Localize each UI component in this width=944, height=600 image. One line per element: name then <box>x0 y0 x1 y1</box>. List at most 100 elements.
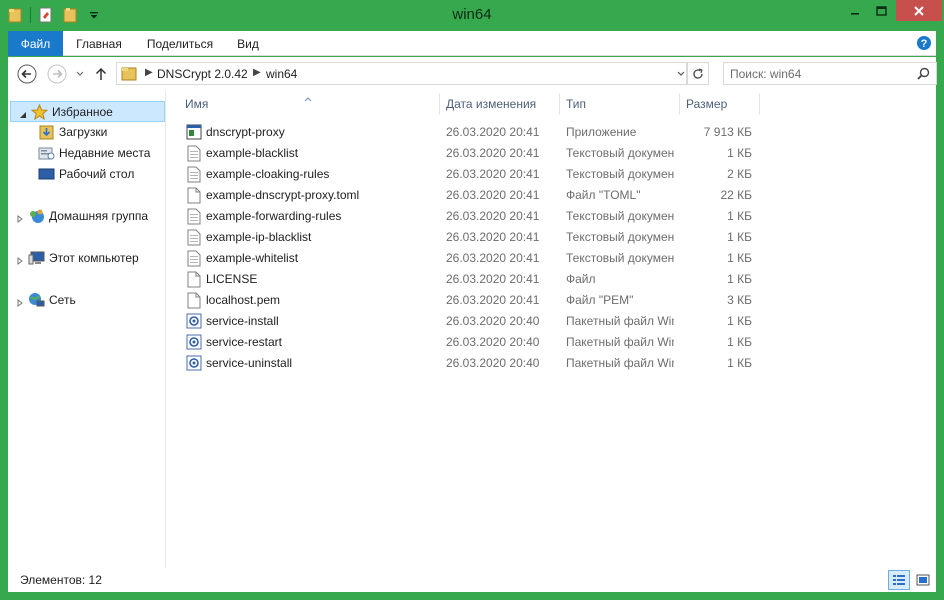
column-header-type[interactable]: Тип <box>566 90 676 118</box>
file-row[interactable]: service-install 26.03.2020 20:40 Пакетный … <box>176 311 776 332</box>
recent-places-icon <box>38 145 55 161</box>
address-bar[interactable]: ▶ DNSCrypt 2.0.42 ▶ win64 <box>116 62 688 85</box>
file-size: 22 КБ <box>720 188 752 202</box>
nav-item-downloads[interactable]: Загрузки <box>8 122 166 143</box>
column-header-date[interactable]: Дата изменения <box>446 90 558 118</box>
collapsed-arrow-icon[interactable] <box>16 212 24 223</box>
chevron-down-icon <box>677 71 685 76</box>
batch-file-icon <box>186 313 202 330</box>
file-type: Пакетный файл Windows <box>566 314 674 328</box>
large-icons-view-button[interactable] <box>912 570 934 590</box>
refresh-button[interactable] <box>686 62 709 85</box>
file-row[interactable]: example-ip-blacklist 26.03.2020 20:41 Текс… <box>176 227 776 248</box>
help-button[interactable]: ? <box>915 34 933 52</box>
nav-item-this-pc[interactable]: Этот компьютер <box>8 248 166 269</box>
file-row[interactable]: example-dnscrypt-proxy.toml 26.03.2020 20… <box>176 185 776 206</box>
file-row[interactable]: service-restart 26.03.2020 20:40 Пакетный … <box>176 332 776 353</box>
tab-file[interactable]: Файл <box>8 31 63 56</box>
file-row[interactable]: example-whitelist 26.03.2020 20:41 Текстов… <box>176 248 776 269</box>
nav-label: Сеть <box>49 293 76 307</box>
tab-share[interactable]: Поделиться <box>138 31 222 56</box>
forward-button[interactable] <box>46 63 68 85</box>
nav-item-desktop[interactable]: Рабочий стол <box>8 164 166 185</box>
file-date: 26.03.2020 20:41 <box>446 167 540 181</box>
collapsed-arrow-icon[interactable] <box>16 296 24 307</box>
file-size: 1 КБ <box>727 272 752 286</box>
maximize-button[interactable] <box>868 0 894 22</box>
content-area: Избранное Загрузки Недавние места Рабочи… <box>8 90 936 568</box>
file-name: LICENSE <box>206 272 258 286</box>
folder-icon <box>121 66 137 84</box>
column-header-name[interactable]: Имя <box>185 90 439 118</box>
details-view-button[interactable] <box>888 570 910 590</box>
tab-home[interactable]: Главная <box>66 31 132 56</box>
nav-label: Рабочий стол <box>59 167 135 181</box>
column-header-size[interactable]: Размер <box>686 90 756 118</box>
large-icons-view-icon <box>916 574 930 586</box>
up-button[interactable] <box>92 63 110 85</box>
expanded-arrow-icon[interactable] <box>19 108 27 118</box>
file-name: service-install <box>206 314 279 328</box>
computer-icon <box>28 250 45 266</box>
file-size: 7 913 КБ <box>703 125 752 139</box>
file-size: 1 КБ <box>727 356 752 370</box>
file-row[interactable]: example-blacklist 26.03.2020 20:41 Текстов… <box>176 143 776 164</box>
file-size: 1 КБ <box>727 230 752 244</box>
file-type: Текстовый документ <box>566 167 674 181</box>
file-name: example-ip-blacklist <box>206 230 312 244</box>
file-row[interactable]: example-cloaking-rules 26.03.2020 20:41 Те… <box>176 164 776 185</box>
file-date: 26.03.2020 20:41 <box>446 293 540 307</box>
file-date: 26.03.2020 20:41 <box>446 272 540 286</box>
file-date: 26.03.2020 20:41 <box>446 146 540 160</box>
minimize-button[interactable] <box>842 0 868 22</box>
back-arrow-icon <box>17 64 37 84</box>
breadcrumb-parent[interactable]: DNSCrypt 2.0.42 <box>157 67 248 81</box>
forward-arrow-icon <box>47 64 67 84</box>
window-title: win64 <box>452 6 492 23</box>
ribbon-tabs: Файл Главная Поделиться Вид ? <box>8 31 936 56</box>
breadcrumb-current[interactable]: win64 <box>266 67 297 81</box>
navigation-pane: Избранное Загрузки Недавние места Рабочи… <box>8 90 166 568</box>
breadcrumb-separator[interactable]: ▶ <box>145 67 153 78</box>
close-icon <box>914 5 924 16</box>
back-button[interactable] <box>16 63 38 85</box>
nav-item-favorites[interactable]: Избранное <box>10 101 165 122</box>
file-row[interactable]: example-forwarding-rules 26.03.2020 20:41… <box>176 206 776 227</box>
search-icon[interactable] <box>917 67 930 83</box>
refresh-icon <box>692 67 703 79</box>
file-name: example-cloaking-rules <box>206 167 330 181</box>
close-button[interactable] <box>896 0 942 21</box>
nav-label: Этот компьютер <box>49 251 139 265</box>
nav-item-network[interactable]: Сеть <box>8 290 166 311</box>
file-row[interactable]: service-uninstall 26.03.2020 20:40 Пакетны… <box>176 353 776 374</box>
title-bar: win64 <box>0 0 944 31</box>
file-size: 3 КБ <box>727 293 752 307</box>
file-type: Текстовый документ <box>566 230 674 244</box>
collapsed-arrow-icon[interactable] <box>16 254 24 265</box>
column-divider[interactable] <box>679 93 680 115</box>
column-divider[interactable] <box>559 93 560 115</box>
file-size: 1 КБ <box>727 251 752 265</box>
column-header-label: Размер <box>686 97 728 111</box>
file-row[interactable]: LICENSE 26.03.2020 20:41 Файл 1 КБ <box>176 269 776 290</box>
file-row[interactable]: dnscrypt-proxy 26.03.2020 20:41 Приложение… <box>176 122 776 143</box>
file-date: 26.03.2020 20:41 <box>446 251 540 265</box>
file-row[interactable]: localhost.pem 26.03.2020 20:41 Файл "PEM" 3… <box>176 290 776 311</box>
recent-locations-dropdown[interactable] <box>74 63 86 85</box>
search-box[interactable] <box>723 62 937 85</box>
nav-item-recent-places[interactable]: Недавние места <box>8 143 166 164</box>
column-divider[interactable] <box>759 93 760 115</box>
nav-label: Недавние места <box>59 146 151 160</box>
generic-file-icon <box>186 292 202 309</box>
text-document-icon <box>186 145 202 162</box>
search-input[interactable] <box>730 66 910 82</box>
file-type: Файл "PEM" <box>566 293 634 307</box>
tab-view[interactable]: Вид <box>228 31 268 56</box>
nav-item-homegroup[interactable]: Домашняя группа <box>8 206 166 227</box>
text-document-icon <box>186 229 202 246</box>
file-name: service-restart <box>206 335 283 349</box>
column-divider[interactable] <box>439 93 440 115</box>
text-document-icon <box>186 208 202 225</box>
status-bar: Элементов: 12 <box>8 568 936 592</box>
breadcrumb-separator[interactable]: ▶ <box>253 67 261 78</box>
